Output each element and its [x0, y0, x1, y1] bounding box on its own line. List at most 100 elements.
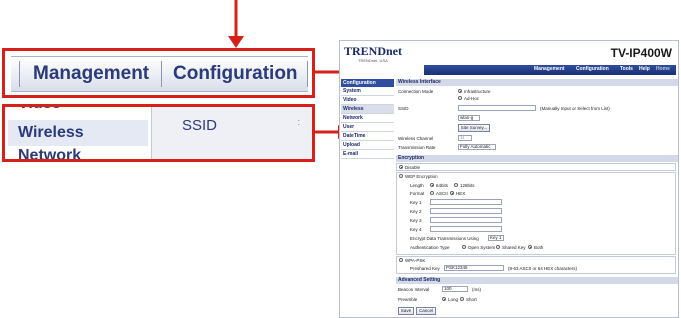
adhoc-label: Ad-Hoc [464, 96, 480, 101]
top-navigation: Management Configuration Tools Help Home [424, 65, 676, 75]
sidebar-title: Configuration [341, 79, 394, 87]
ascii-radio[interactable] [430, 191, 434, 195]
sidebar-item-email[interactable]: E-mail [341, 150, 394, 159]
key1-input[interactable] [430, 199, 502, 205]
preshared-key-label: Preshared Key [410, 266, 440, 271]
connection-mode-label: Connection Mode [398, 89, 434, 94]
encrypt-key-select[interactable]: Key 1 [488, 235, 504, 241]
sidebar-item-system[interactable]: System [341, 87, 394, 96]
sidebar-item-user[interactable]: User [341, 123, 394, 132]
open-system-radio[interactable] [462, 245, 466, 249]
menu-separator [161, 61, 162, 87]
callout-top-menu: Management Configuration [2, 48, 315, 98]
rate-select[interactable]: Fully Automatic [458, 144, 496, 150]
key4-input[interactable] [430, 226, 502, 232]
wireless-channel-label: Wireless Channel [398, 136, 434, 141]
transmission-rate-label: Transmission Rate [398, 145, 436, 150]
key2-input[interactable] [430, 208, 502, 214]
sidebar-item-network[interactable]: Network [341, 114, 394, 123]
short-label: Short [466, 297, 477, 302]
beacon-interval-input[interactable]: 100 [442, 286, 468, 292]
key1-label: Key 1 [410, 200, 422, 205]
ssid-hint: (Manually Input or Select from List) [540, 106, 610, 111]
sidebar-item-video[interactable]: Video [341, 96, 394, 105]
zoom-ssid-label: SSID [182, 117, 218, 134]
adhoc-radio[interactable] [458, 96, 462, 100]
shared-key-radio[interactable] [496, 245, 500, 249]
open-system-label: Open System [468, 245, 496, 250]
save-button[interactable]: Save [398, 307, 414, 315]
key3-input[interactable] [430, 217, 502, 223]
wpa-label: WPA-PSK [405, 258, 426, 263]
len128-radio[interactable] [454, 183, 458, 187]
auth-type-label: Authentication Type [410, 245, 450, 250]
site-survey-button[interactable]: Site Survey... [458, 124, 490, 132]
long-label: Long [448, 297, 459, 302]
wep-label: WEP Encryption [405, 174, 438, 179]
wpa-radio[interactable] [399, 258, 403, 262]
nav-configuration[interactable]: Configuration [576, 66, 609, 72]
config-main: Wireless Interface Connection Mode Infra… [396, 79, 678, 315]
len64-label: 64bits [436, 183, 449, 188]
short-radio[interactable] [460, 297, 464, 301]
section-advanced: Advanced Setting [396, 277, 678, 284]
beacon-unit: (ms) [472, 287, 481, 292]
key3-label: Key 3 [410, 218, 422, 223]
infrastructure-label: Infrastructure [464, 89, 491, 94]
nav-management[interactable]: Management [534, 66, 565, 72]
wep-radio[interactable] [399, 174, 403, 178]
disable-radio[interactable] [399, 165, 403, 169]
nav-tools[interactable]: Tools [620, 66, 633, 72]
channel-select[interactable]: 11 [458, 135, 472, 141]
encrypt-using-label: Encrypt Data Transmissions Using [410, 236, 479, 241]
menu-separator [19, 61, 20, 87]
infrastructure-radio[interactable] [458, 89, 462, 93]
len64-radio[interactable] [430, 183, 434, 187]
disable-row [396, 163, 676, 171]
callout-wireless-ssid: Video Wireless Network SSID : [2, 104, 315, 162]
both-label: Both [534, 245, 544, 250]
ssid-input[interactable] [458, 105, 536, 111]
config-sidebar: Configuration System Video Wireless Netw… [341, 79, 394, 159]
zoom-sidebar-wireless[interactable]: Wireless [8, 120, 148, 146]
zoom-tab-configuration[interactable]: Configuration [173, 63, 298, 85]
zoomed-menu-strip: Management Configuration [11, 56, 308, 92]
menu-separator [307, 61, 308, 87]
key2-label: Key 2 [410, 209, 422, 214]
cancel-button[interactable]: Cancel [416, 307, 436, 315]
hex-label: HEX [456, 191, 466, 196]
nav-home[interactable]: Home [656, 66, 670, 72]
band-select[interactable]: wlan-g [458, 115, 480, 121]
preamble-label: Preamble [398, 297, 418, 302]
beacon-interval-label: Beacon Interval [398, 287, 430, 292]
logo-subtitle: TRENDnet, USA [358, 58, 388, 63]
format-label: Format [410, 191, 425, 196]
length-label: Length [410, 183, 424, 188]
ssid-label: SSID [398, 106, 409, 111]
zoom-sidebar-video[interactable]: Video [18, 107, 61, 113]
trendnet-logo: TRENDnet [344, 44, 403, 58]
nav-help[interactable]: Help [639, 66, 650, 72]
disable-label: Disable [405, 165, 421, 170]
section-encryption: Encryption [396, 155, 678, 162]
long-radio[interactable] [442, 297, 446, 301]
sidebar-item-datetime[interactable]: DateTime [341, 132, 394, 141]
hex-radio[interactable] [450, 191, 454, 195]
down-arrow-head [228, 36, 244, 48]
both-radio[interactable] [528, 245, 532, 249]
model-name: TV-IP400W [610, 46, 672, 60]
preshared-key-hint: (8-63 ASCII or 64 HEX characters) [508, 266, 578, 271]
zoom-tab-management[interactable]: Management [33, 63, 149, 85]
len128-label: 128bits [460, 183, 475, 188]
zoomed-content: SSID : [151, 107, 312, 159]
camera-config-window: TRENDnet TRENDnet, USA TV-IP400W Managem… [339, 40, 679, 318]
preshared-key-input[interactable]: PSK12345 [444, 265, 504, 271]
ascii-label: ASCII [436, 191, 448, 196]
key4-label: Key 4 [410, 227, 422, 232]
sidebar-item-wireless[interactable]: Wireless [341, 105, 394, 114]
sidebar-item-upload[interactable]: Upload [341, 141, 394, 150]
shared-key-label: Shared Key [502, 245, 526, 250]
zoomed-sidebar: Video Wireless Network [8, 107, 148, 159]
zoom-sidebar-network[interactable]: Network [18, 147, 81, 159]
wpa-box [396, 256, 676, 274]
